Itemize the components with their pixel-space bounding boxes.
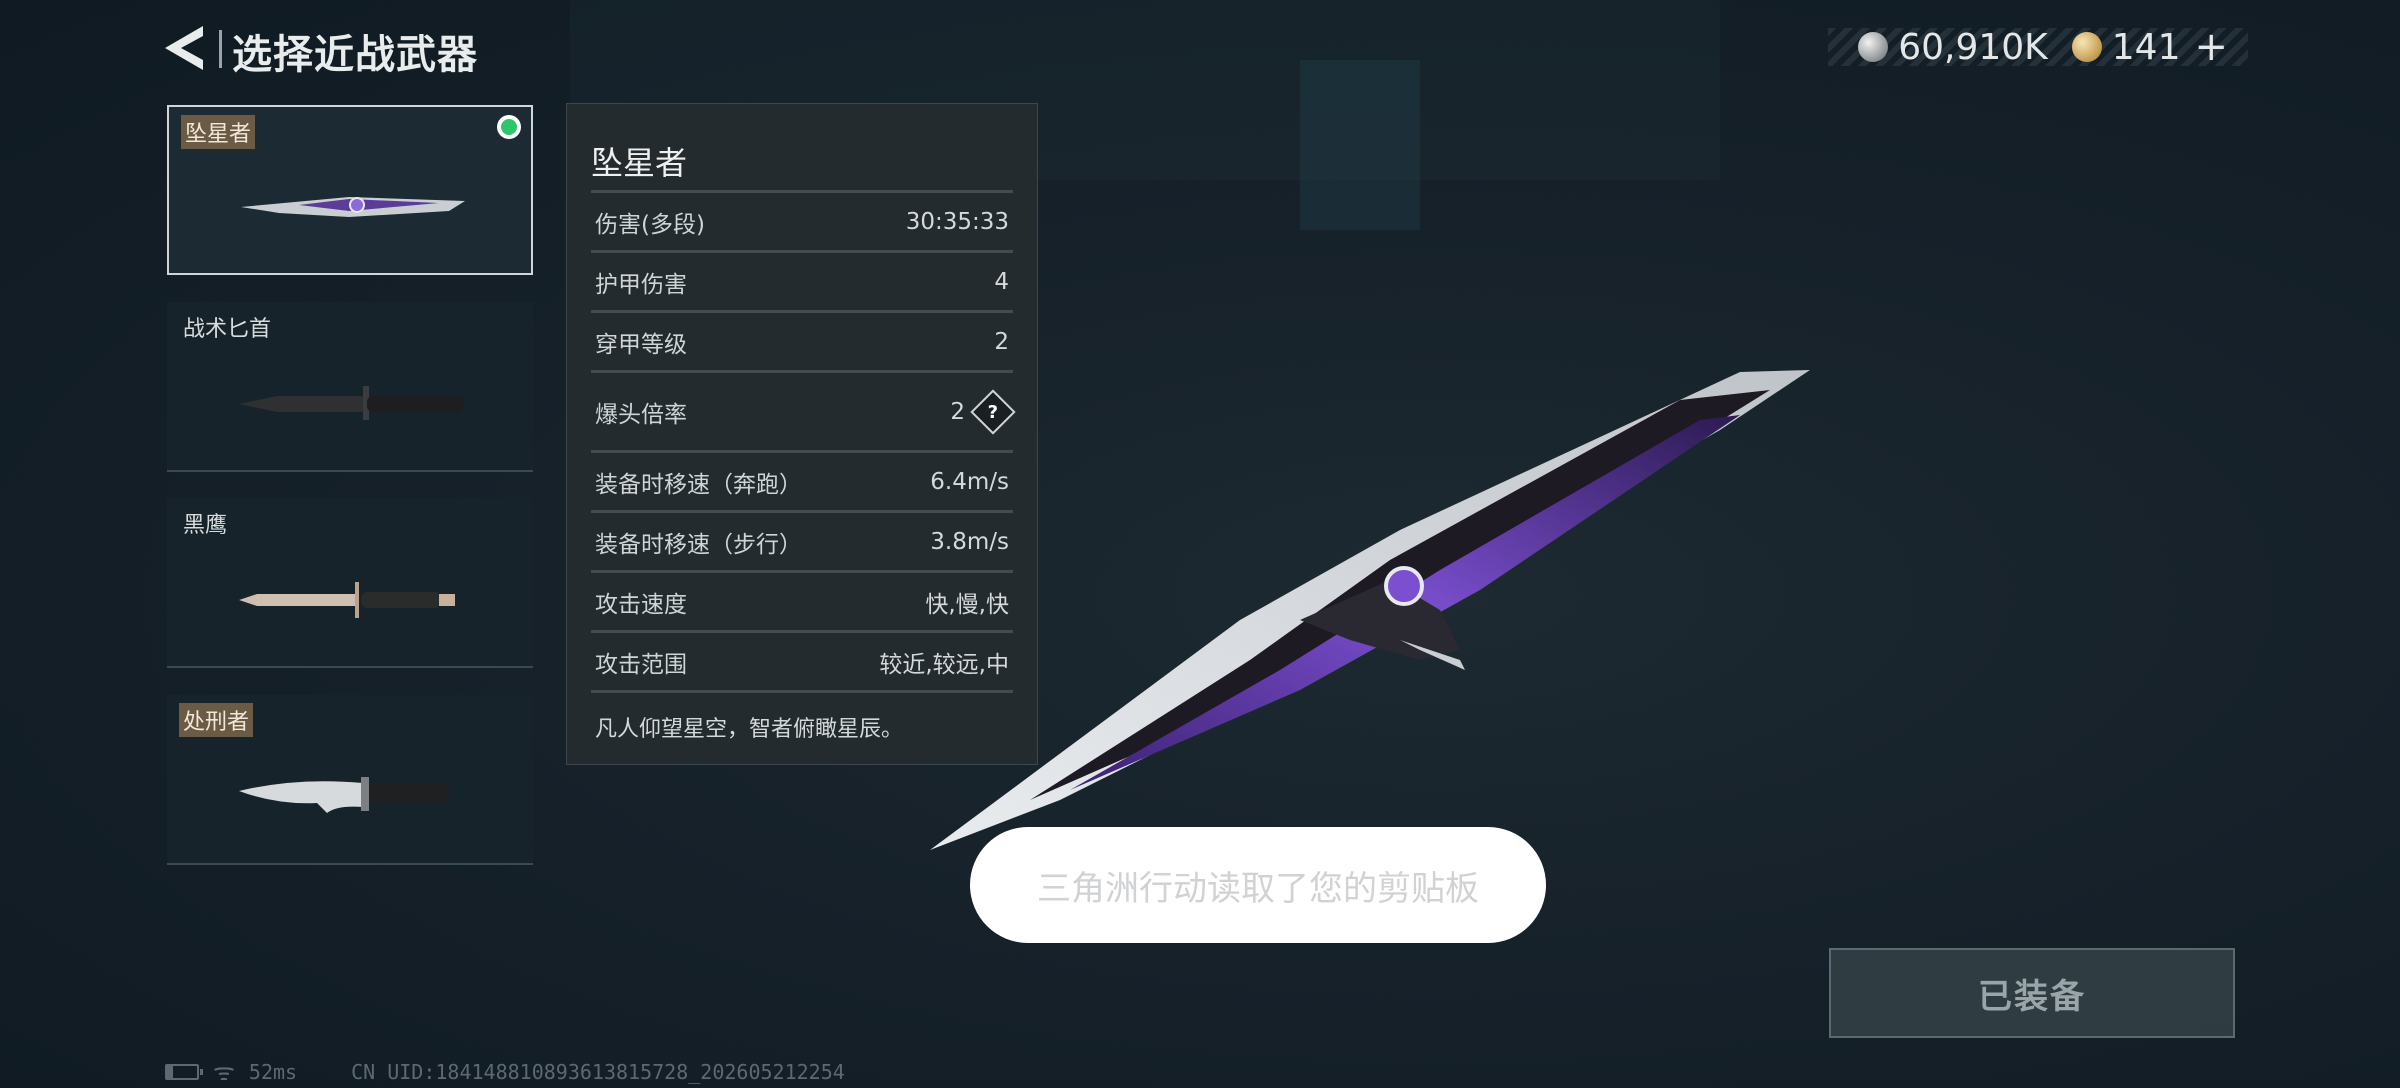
gold-currency-value: 141 (2111, 26, 2181, 68)
weapon-name: 黑鹰 (183, 513, 228, 538)
status-footer: ᯤ 52ms CN UID:1841488108936138157​28_202… (165, 1055, 845, 1088)
toast-text: 三角洲行动读取了您的剪贴板 (1037, 868, 1479, 909)
weapon-card-black-eagle[interactable]: 黑鹰 (167, 498, 533, 668)
weapon-card-executioner[interactable]: 处刑者 (167, 695, 533, 865)
gold-coin-icon (2071, 32, 2102, 62)
black-eagle-knife-icon (239, 582, 455, 618)
silver-currency-value: 60,910K (1898, 26, 2048, 68)
executioner-knife-icon (239, 777, 449, 813)
back-arrow-icon (165, 26, 203, 70)
stat-label: 伤害(多段) (595, 211, 705, 238)
starfall-knife-icon (241, 197, 465, 217)
battery-icon (165, 1063, 203, 1080)
knife-preview-image (930, 370, 1810, 850)
stat-label: 爆头倍率 (595, 401, 687, 428)
back-button[interactable] (163, 22, 207, 74)
weapon-card-tactical-dagger[interactable]: 战术匕首 (167, 302, 533, 472)
stat-row: 伤害(多段) 30:35:33 (591, 190, 1013, 250)
add-currency-button[interactable]: + (2194, 24, 2228, 70)
equip-button-label: 已装备 (1978, 976, 2086, 1017)
stat-row: 护甲伤害 4 (591, 250, 1013, 310)
stat-label: 穿甲等级 (595, 331, 687, 358)
weapon-card-starfall[interactable]: 坠星者 (167, 105, 533, 275)
title-separator (219, 30, 222, 68)
equipped-indicator-icon (497, 115, 521, 139)
background-panel (1300, 60, 1420, 230)
stat-label: 攻击速度 (595, 591, 687, 618)
stats-title: 坠星者 (591, 144, 688, 182)
stat-label: 护甲伤害 (595, 271, 687, 298)
stat-value: 2 (994, 328, 1009, 355)
stat-value: 4 (994, 268, 1009, 295)
weapon-name: 处刑者 (179, 703, 254, 737)
wifi-icon: ᯤ (213, 1058, 235, 1086)
page-title: 选择近战武器 (232, 32, 478, 78)
stat-label: 攻击范围 (595, 651, 687, 678)
weapon-name: 战术匕首 (183, 317, 272, 342)
weapon-name: 坠星者 (181, 115, 256, 149)
stat-label: 装备时移速（奔跑） (595, 471, 802, 498)
equipped-button[interactable]: 已装备 (1829, 948, 2235, 1038)
tactical-dagger-icon (239, 386, 463, 420)
stat-label: 装备时移速（步行） (595, 531, 802, 558)
silver-coin-icon (1858, 32, 1889, 62)
stat-value: 30:35:33 (905, 208, 1009, 235)
currency-bar: 60,910K 141 + (1828, 24, 2248, 70)
clipboard-toast: 三角洲行动读取了您的剪贴板 (970, 827, 1546, 943)
